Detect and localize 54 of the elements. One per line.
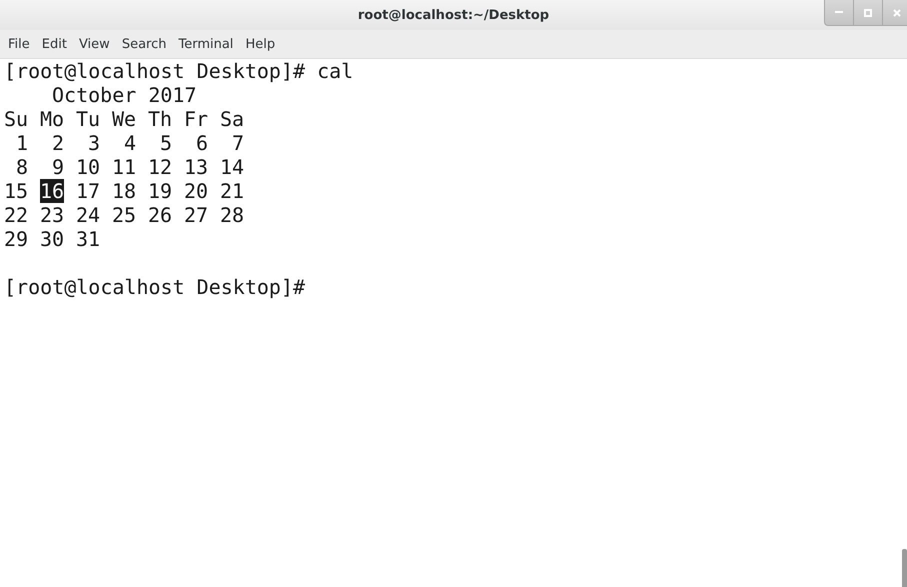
command-line: [root@localhost Desktop]# cal xyxy=(4,59,354,83)
minimize-button[interactable] xyxy=(824,0,853,26)
calendar-day: 27 xyxy=(184,203,208,227)
menu-item[interactable]: File xyxy=(2,36,36,52)
minimize-icon xyxy=(835,11,843,14)
weekday-label: Tu xyxy=(76,107,100,131)
calendar-day: 29 xyxy=(4,227,28,251)
calendar-day: 26 xyxy=(148,203,172,227)
calendar-day: 30 xyxy=(40,227,64,251)
calendar-day: 24 xyxy=(76,203,100,227)
calendar-day: 31 xyxy=(76,227,100,251)
calendar-day: 8 xyxy=(4,155,28,179)
calendar-day: 22 xyxy=(4,203,28,227)
close-icon xyxy=(893,8,901,16)
weekday-label: Mo xyxy=(40,107,64,131)
calendar-month: October 2017 xyxy=(51,83,198,107)
calendar-day: 1 xyxy=(4,131,28,155)
calendar-day: 17 xyxy=(76,179,100,203)
shell-prompt: [root@localhost Desktop]# xyxy=(4,275,306,299)
calendar-day: 25 xyxy=(112,203,136,227)
calendar-day: 20 xyxy=(184,179,208,203)
calendar-day: 2 xyxy=(40,131,64,155)
weekday-label: Fr xyxy=(184,107,208,131)
calendar-day: 23 xyxy=(40,203,64,227)
calendar-day: 21 xyxy=(220,179,244,203)
menu-item[interactable]: Help xyxy=(239,36,282,52)
calendar-day: 28 xyxy=(220,203,244,227)
calendar-day: 11 xyxy=(112,155,136,179)
calendar-day: 18 xyxy=(112,179,136,203)
window-title: root@localhost:~/Desktop xyxy=(358,8,550,22)
calendar-day: 14 xyxy=(220,155,244,179)
calendar-day: 12 xyxy=(148,155,172,179)
menu-item[interactable]: Edit xyxy=(36,36,73,52)
maximize-button[interactable] xyxy=(853,0,882,26)
calendar-day: 13 xyxy=(184,155,208,179)
calendar-day: 16 xyxy=(40,179,64,203)
weekday-label: We xyxy=(112,107,136,131)
maximize-icon xyxy=(864,8,872,16)
calendar-day: 10 xyxy=(76,155,100,179)
calendar-day: 7 xyxy=(220,131,244,155)
weekday-label: Sa xyxy=(220,107,244,131)
calendar-day: 15 xyxy=(4,179,28,203)
menu-item[interactable]: View xyxy=(72,36,116,52)
calendar-day: 6 xyxy=(184,131,208,155)
calendar-day: 5 xyxy=(148,131,172,155)
weekday-label: Su xyxy=(4,107,28,131)
close-button[interactable] xyxy=(882,0,907,26)
calendar-day: 9 xyxy=(40,155,64,179)
menu-item[interactable]: Search xyxy=(116,36,172,52)
menu-item[interactable]: Terminal xyxy=(172,36,240,52)
calendar-day: 19 xyxy=(148,179,172,203)
weekday-label: Th xyxy=(148,107,172,131)
calendar-day: 4 xyxy=(112,131,136,155)
calendar-day: 3 xyxy=(76,131,100,155)
